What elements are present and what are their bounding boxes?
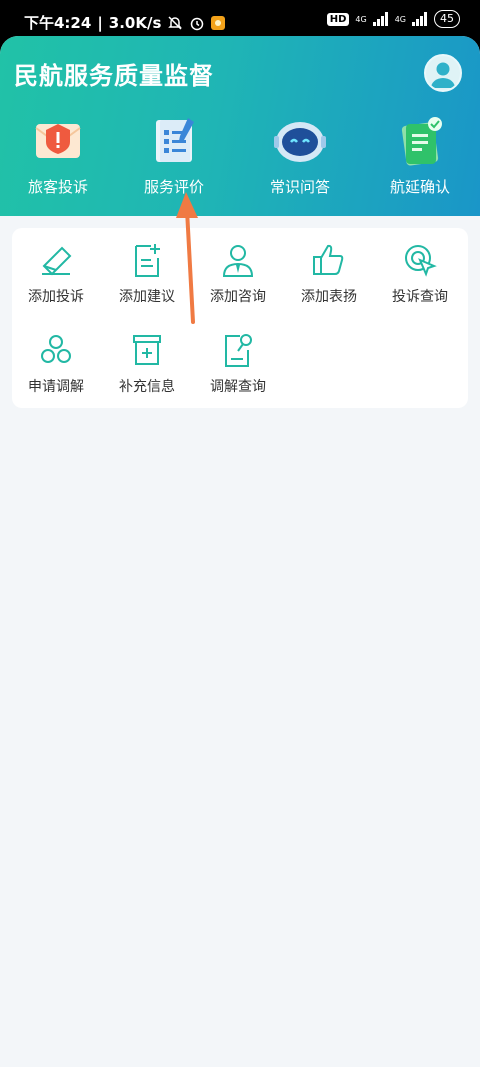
hd-badge: HD [326,12,350,26]
top-nav-service-rating[interactable]: 服务评价 [124,114,224,197]
add-suggestion-button[interactable]: 添加建议 [103,240,191,306]
thumbs-up-icon [309,240,349,280]
status-time: 下午4:24 [24,14,92,32]
alarm-icon [191,17,204,30]
status-left: 下午4:24 | 3.0K/s [24,12,226,33]
grid-label: 添加表扬 [301,289,357,305]
header: 民航服务质量监督 旅客投诉 服务评价 常识问答 航延确认 [0,36,480,216]
app-notification-icon [211,15,226,30]
status-right: HD 4G 4G 45 [326,10,460,28]
top-nav-delay-confirm[interactable]: 航延确认 [370,114,470,197]
add-consult-icon [218,240,258,280]
top-nav-label: 常识问答 [269,178,330,196]
status-divider: | [97,13,103,32]
supplement-info-icon [127,330,167,370]
mute-icon [168,15,183,30]
complaint-query-button[interactable]: 投诉查询 [376,240,464,306]
mediation-query-button[interactable]: 调解查询 [194,330,282,396]
supplement-info-button[interactable]: 补充信息 [103,330,191,396]
avatar[interactable] [424,54,462,92]
grid-label: 添加建议 [119,289,175,305]
network-type-2: 4G [394,14,406,24]
complaint-query-icon [400,240,440,280]
add-complaint-button[interactable]: 添加投诉 [12,240,100,306]
grid-label: 投诉查询 [392,289,448,305]
network-type-1: 4G [355,14,367,24]
signal-icon-2 [412,12,427,26]
top-nav-label: 旅客投诉 [27,178,88,196]
top-nav-complaint[interactable]: 旅客投诉 [8,114,108,197]
delay-confirm-icon [390,114,450,170]
mediation-query-icon [218,330,258,370]
apply-mediation-button[interactable]: 申请调解 [12,330,100,396]
battery-indicator: 45 [434,10,460,28]
user-icon [431,62,455,88]
mediation-icon [36,330,76,370]
top-nav-label: 航延确认 [389,178,450,196]
function-card: 添加投诉 添加建议 添加咨询 添加表扬 投诉查询 申请调解 补充信息 调解查询 [12,228,468,408]
top-nav-label: 服务评价 [143,178,204,196]
page-title: 民航服务质量监督 [14,62,214,90]
signal-icon [372,12,388,26]
top-nav-qa[interactable]: 常识问答 [250,114,350,197]
add-praise-button[interactable]: 添加表扬 [285,240,373,306]
robot-qa-icon [270,114,330,170]
status-speed: 3.0K/s [108,13,162,32]
top-nav: 旅客投诉 服务评价 常识问答 航延确认 [0,114,480,204]
app-container: 民航服务质量监督 旅客投诉 服务评价 常识问答 航延确认 添加投诉 添加建议 添… [0,36,480,1067]
add-consult-button[interactable]: 添加咨询 [194,240,282,306]
service-rating-icon [144,114,204,170]
add-complaint-icon [36,240,76,280]
grid-label: 补充信息 [119,379,175,395]
grid-label: 申请调解 [28,379,84,395]
grid-label: 添加投诉 [28,289,84,305]
grid-label: 添加咨询 [210,289,266,305]
complaint-envelope-icon [28,114,88,170]
add-suggestion-icon [127,240,167,280]
grid-label: 调解查询 [210,379,266,395]
